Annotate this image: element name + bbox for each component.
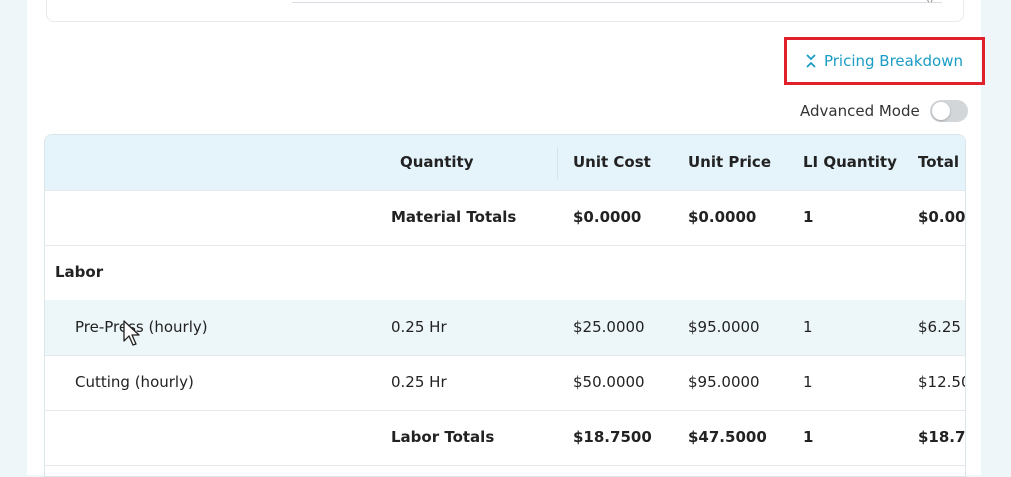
labor-item-quantity: 0.25 Hr: [391, 318, 447, 336]
labor-item-unit-cost: $50.0000: [573, 373, 645, 391]
labor-totals-li-quantity: 1: [803, 428, 814, 446]
labor-totals-unit-cost: $18.7500: [573, 428, 652, 446]
column-separator: [557, 147, 558, 179]
labor-item-unit-price: $95.0000: [688, 318, 760, 336]
labor-item-name: Cutting (hourly): [75, 373, 194, 391]
top-input-field[interactable]: [292, 0, 942, 3]
labor-totals-total: $18.75: [918, 428, 966, 446]
labor-item-li-quantity: 1: [803, 318, 813, 336]
labor-section-title: Labor: [55, 263, 104, 281]
material-totals-row: Material Totals $0.0000 $0.0000 1 $0.00: [45, 190, 965, 246]
header-li-quantity[interactable]: LI Quantity: [803, 135, 897, 190]
header-unit-price[interactable]: Unit Price: [688, 135, 771, 190]
labor-item-quantity: 0.25 Hr: [391, 373, 447, 391]
material-unit-cost: $0.0000: [573, 208, 642, 226]
top-panel: [46, 0, 964, 22]
material-li-quantity: 1: [803, 208, 814, 226]
labor-item-li-quantity: 1: [803, 373, 813, 391]
material-total: $0.00: [918, 208, 966, 226]
clear-icon[interactable]: (): [926, 0, 934, 4]
pricing-table: Quantity Unit Cost Unit Price LI Quantit…: [44, 134, 966, 477]
labor-item-total: $12.50: [918, 373, 966, 391]
advanced-mode-label: Advanced Mode: [800, 102, 920, 120]
table-row[interactable]: Cutting (hourly) 0.25 Hr $50.0000 $95.00…: [45, 355, 965, 411]
material-totals-label: Material Totals: [391, 208, 517, 226]
table-header-row: Quantity Unit Cost Unit Price LI Quantit…: [45, 135, 965, 191]
table-row[interactable]: Pre-Press (hourly) 0.25 Hr $25.0000 $95.…: [45, 300, 965, 356]
pricing-breakdown-button[interactable]: Pricing Breakdown: [784, 37, 985, 85]
labor-totals-unit-price: $47.5000: [688, 428, 767, 446]
labor-totals-label: Labor Totals: [391, 428, 495, 446]
toggle-knob: [931, 102, 950, 120]
labor-item-total: $6.25: [918, 318, 961, 336]
labor-item-unit-cost: $25.0000: [573, 318, 645, 336]
header-total[interactable]: Total C: [918, 135, 965, 190]
pricing-breakdown-label: Pricing Breakdown: [823, 52, 964, 70]
advanced-mode-toggle[interactable]: [929, 100, 968, 122]
labor-totals-row: Labor Totals $18.7500 $47.5000 1 $18.75: [45, 410, 965, 466]
header-quantity[interactable]: Quantity: [400, 135, 474, 190]
chevron-collapse-icon: [806, 54, 816, 68]
header-unit-cost[interactable]: Unit Cost: [573, 135, 651, 190]
advanced-mode: Advanced Mode: [800, 100, 968, 122]
labor-item-unit-price: $95.0000: [688, 373, 760, 391]
material-unit-price: $0.0000: [688, 208, 757, 226]
mouse-cursor-icon: [123, 320, 140, 346]
labor-section-row: Labor: [45, 245, 965, 301]
